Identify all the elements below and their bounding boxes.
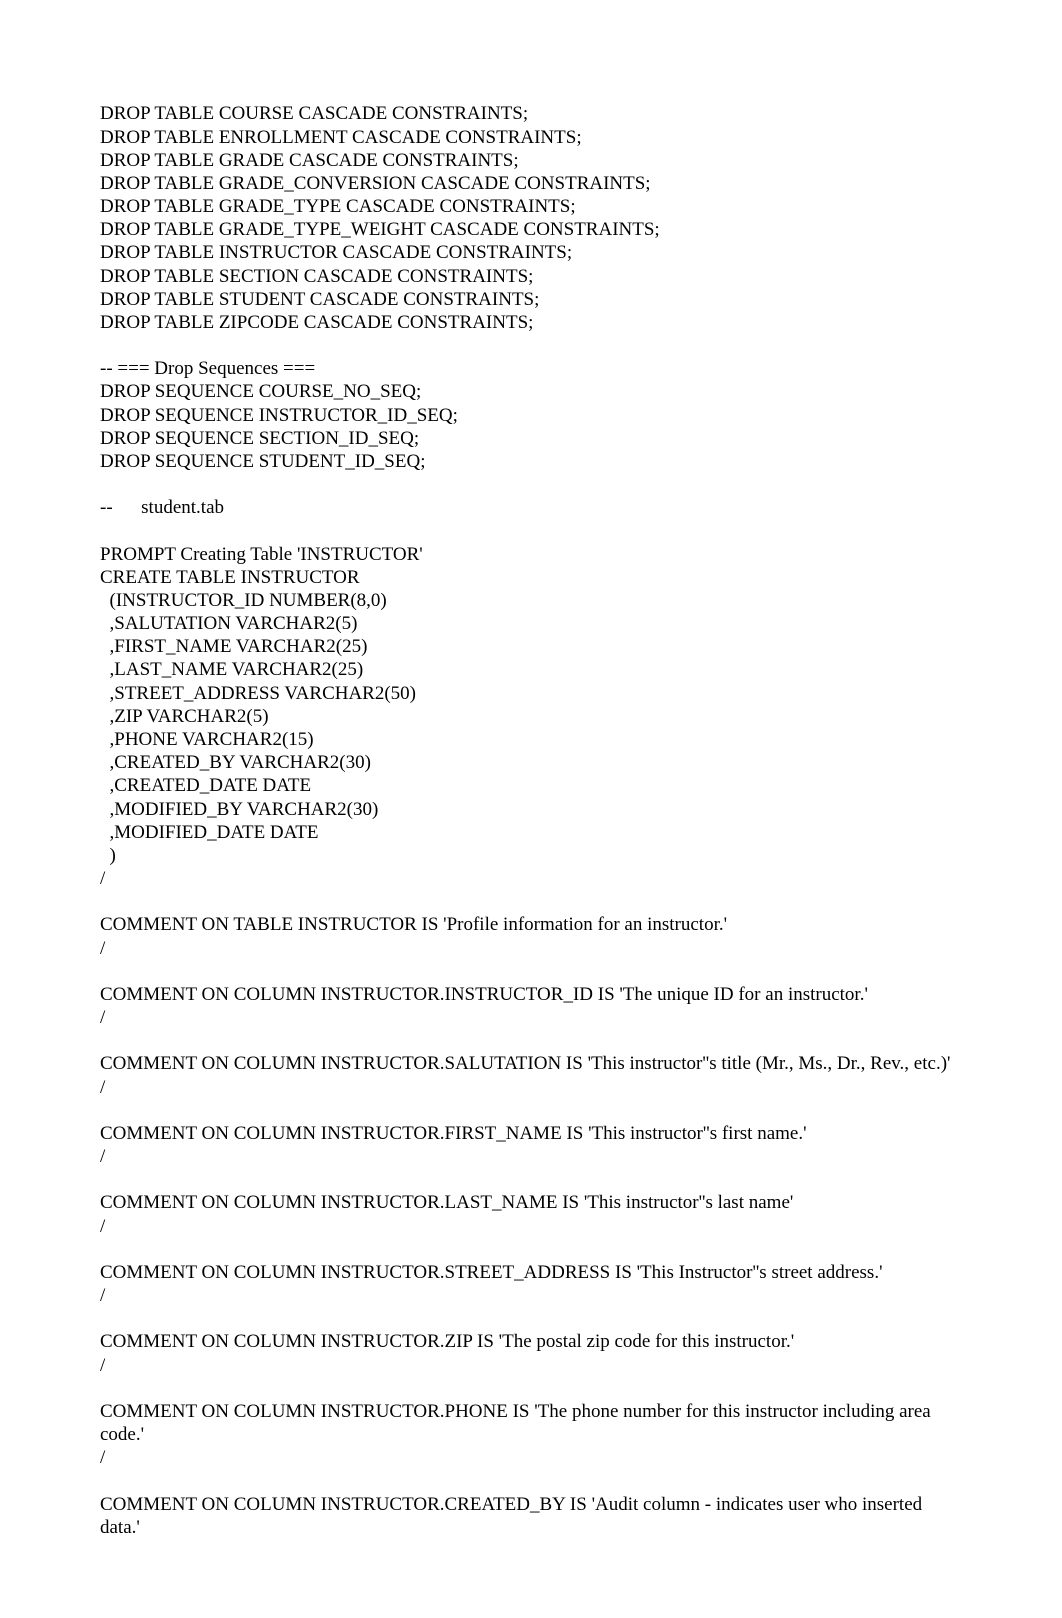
document-page: DROP TABLE COURSE CASCADE CONSTRAINTS; D… — [0, 0, 1062, 1618]
code-text-block: DROP TABLE COURSE CASCADE CONSTRAINTS; D… — [100, 102, 962, 1539]
